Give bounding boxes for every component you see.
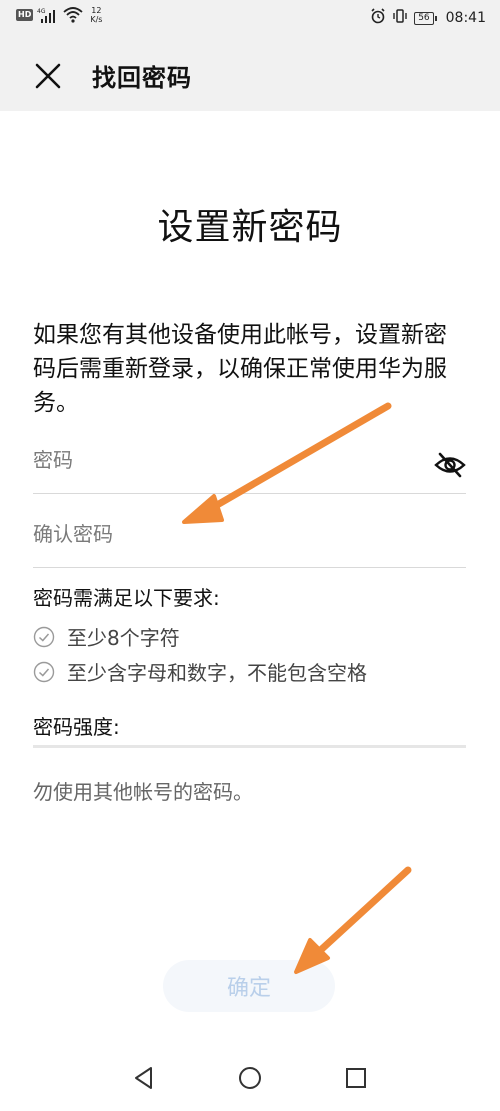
confirm-button[interactable]: 确定 — [163, 960, 335, 1012]
page-title: 设置新密码 — [157, 207, 343, 248]
requirement-item: 至少8个字符 — [33, 622, 180, 651]
hd-badge: HD — [16, 9, 34, 21]
requirement-item: 至少含字母和数字，不能包含空格 — [33, 657, 367, 686]
check-circle-icon — [33, 661, 55, 682]
page-description: 如果您有其他设备使用此帐号，设置新密码后需重新登录，以确保正常使用华为服务。 — [33, 322, 447, 416]
close-button[interactable] — [30, 58, 66, 94]
arrow-to-confirm-button — [294, 866, 412, 974]
password-input[interactable] — [33, 448, 413, 472]
wifi-icon — [63, 7, 83, 23]
confirm-password-field[interactable] — [33, 522, 466, 568]
network-type: 4G — [37, 8, 46, 15]
network-speed-value: 12 — [91, 6, 102, 15]
app-bar-title: 找回密码 — [92, 64, 192, 92]
password-hint: 勿使用其他帐号的密码。 — [33, 780, 253, 804]
status-left: HD 4G 12 K/s — [16, 6, 102, 24]
eye-off-icon — [434, 452, 466, 478]
cellular-signal-icon: 4G — [37, 7, 59, 23]
vibrate-icon — [392, 8, 408, 28]
show-password-toggle[interactable] — [434, 450, 466, 480]
status-bar: HD 4G 12 K/s 56 08:41 — [0, 0, 500, 34]
confirm-password-input[interactable] — [33, 522, 413, 546]
app-bar: 找回密码 — [0, 34, 500, 111]
password-field[interactable] — [33, 448, 466, 494]
recent-apps-button[interactable] — [338, 1060, 374, 1096]
requirement-text: 至少含字母和数字，不能包含空格 — [67, 661, 367, 685]
requirement-text: 至少8个字符 — [67, 626, 180, 650]
close-icon — [35, 63, 61, 89]
password-strength-label: 密码强度: — [33, 715, 120, 739]
battery-icon: 56 — [414, 11, 438, 25]
back-button[interactable] — [126, 1060, 162, 1096]
circle-home-icon — [239, 1067, 261, 1089]
password-strength-bar — [33, 745, 466, 748]
network-speed: 12 K/s — [90, 6, 102, 24]
status-right: 56 08:41 — [370, 8, 486, 28]
home-button[interactable] — [232, 1060, 268, 1096]
triangle-back-icon — [135, 1067, 152, 1089]
navigation-bar — [0, 1050, 500, 1111]
requirements-title: 密码需满足以下要求: — [33, 586, 220, 610]
clock: 08:41 — [445, 10, 486, 26]
check-circle-icon — [33, 626, 55, 647]
alarm-icon — [370, 8, 386, 28]
network-speed-unit: K/s — [90, 15, 103, 24]
battery-level: 56 — [418, 12, 430, 23]
square-recent-icon — [346, 1068, 366, 1088]
